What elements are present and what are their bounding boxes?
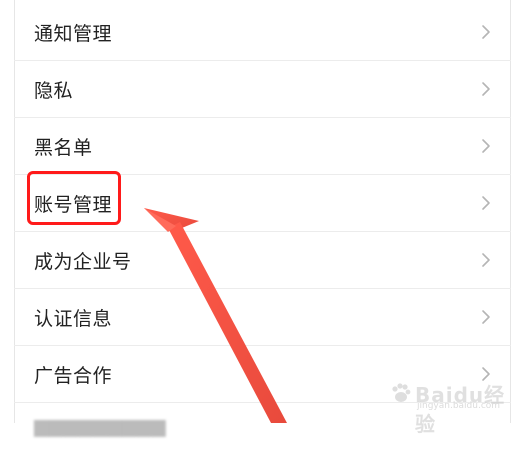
chevron-right-icon <box>479 23 493 41</box>
settings-item-enterprise[interactable]: 成为企业号 <box>14 232 511 289</box>
settings-item-verification[interactable]: 认证信息 <box>14 289 511 346</box>
partially-visible-item: ▆▆▆▆▆▆▆▆▆ <box>34 415 166 437</box>
settings-item-account-management[interactable]: 账号管理 <box>14 175 511 232</box>
settings-screen: 通知管理 隐私 黑名单 账号管理 成为企业号 认证信息 广告合作 ▆▆▆▆▆▆▆… <box>0 0 525 437</box>
settings-item-label: 认证信息 <box>34 307 113 330</box>
chevron-right-icon <box>479 80 493 98</box>
settings-item-notification[interactable]: 通知管理 <box>14 4 511 61</box>
chevron-right-icon <box>479 194 493 212</box>
settings-item-partial[interactable]: ▆▆▆▆▆▆▆▆▆ <box>14 403 511 460</box>
settings-item-label: 通知管理 <box>34 22 113 45</box>
settings-item-label: 成为企业号 <box>34 250 132 273</box>
chevron-right-icon <box>479 137 493 155</box>
settings-item-label: 账号管理 <box>34 193 113 216</box>
settings-item-privacy[interactable]: 隐私 <box>14 61 511 118</box>
settings-item-label: 黑名单 <box>34 136 93 159</box>
settings-item-blacklist[interactable]: 黑名单 <box>14 118 511 175</box>
settings-item-label: 隐私 <box>34 79 74 102</box>
settings-item-advertising[interactable]: 广告合作 <box>14 346 511 403</box>
chevron-right-icon <box>479 251 493 269</box>
chevron-right-icon <box>479 365 493 383</box>
settings-item-label: 广告合作 <box>34 364 113 387</box>
chevron-right-icon <box>479 308 493 326</box>
